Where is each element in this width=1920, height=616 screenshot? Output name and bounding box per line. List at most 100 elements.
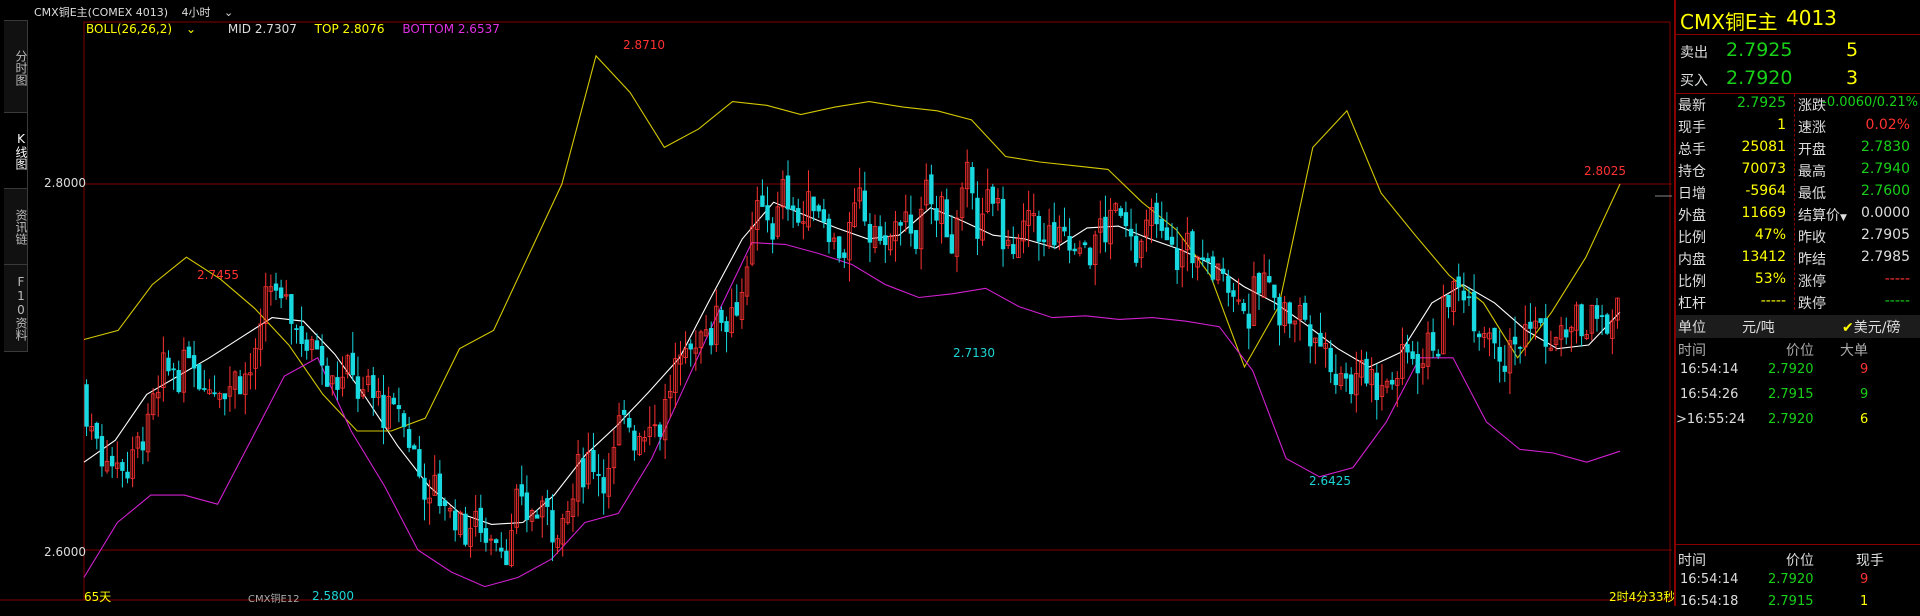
candle-body: [1154, 202, 1159, 225]
period-selector[interactable]: 4小时 ⌄: [182, 6, 244, 19]
candle-body: [1308, 324, 1313, 347]
candle-body: [299, 326, 304, 344]
candle-body: [1538, 318, 1543, 323]
candle-body: [1471, 291, 1477, 332]
candle-body: [478, 507, 483, 533]
sell-price: 2.7925: [1726, 39, 1793, 61]
candle-body: [934, 208, 939, 221]
candle-body: [212, 392, 217, 395]
candle-body: [867, 223, 873, 243]
candle-body: [519, 484, 524, 497]
tick-row[interactable]: >16:55:24 2.7920 6: [1676, 412, 1920, 434]
low-annotation-3: 2.5800: [312, 589, 354, 603]
candle-body: [1456, 276, 1461, 288]
candle-body: [452, 510, 458, 531]
candle-body: [811, 196, 816, 212]
candle-body: [1267, 276, 1272, 283]
stat-row: 杠杆 ----- 跌停 -----: [1678, 293, 1910, 312]
candle-body: [1477, 333, 1482, 338]
candle-body: [1415, 353, 1420, 374]
tab-timeshare[interactable]: 分时图: [4, 20, 28, 116]
candle-body: [1277, 297, 1282, 326]
y-tick-high: 2.8000: [44, 176, 86, 190]
candle-body: [99, 436, 105, 467]
candle-body: [913, 230, 919, 249]
candle-body: [1405, 344, 1410, 353]
candle-body: [1512, 336, 1518, 345]
candle-body: [975, 197, 980, 239]
candle-body: [1543, 318, 1548, 347]
tab-f10[interactable]: F10资料: [4, 264, 28, 352]
kline-chart-area[interactable]: CMX铜E主(COMEX 4013) 4小时 ⌄ 分时图 K线图 资讯链 F10…: [0, 0, 1676, 606]
candle-body: [1594, 305, 1600, 319]
candle-body: [621, 409, 627, 415]
candle-body: [109, 455, 115, 467]
candle-body: [1067, 235, 1072, 251]
candle-body: [1436, 353, 1441, 357]
candle-body: [396, 405, 402, 410]
candle-body: [862, 190, 867, 222]
topbar: CMX铜E主(COMEX 4013) 4小时 ⌄: [34, 4, 253, 20]
candle-body: [120, 462, 125, 471]
candle-body: [191, 355, 197, 369]
candle-body: [1502, 365, 1507, 372]
candle-body: [401, 413, 407, 428]
candle-body: [883, 235, 888, 246]
tab-news[interactable]: 资讯链: [4, 188, 28, 266]
candle-body: [1272, 284, 1277, 298]
candle-body: [765, 205, 770, 221]
chevron-down-icon: ⌄: [224, 6, 234, 19]
boll-bottom-line: [83, 242, 1621, 588]
unit-usd-option[interactable]: ✔美元/磅: [1842, 317, 1900, 337]
candle-body: [1497, 346, 1502, 362]
indicator-legend: BOLL(26,26,2) ⌄ MID 2.7307 TOP 2.8076 BOT…: [86, 22, 514, 36]
candle-body: [1287, 302, 1292, 324]
candle-body: [990, 186, 995, 204]
boll-label[interactable]: BOLL(26,26,2) ⌄: [86, 22, 210, 36]
candle-body: [1328, 347, 1333, 373]
candle-body: [1164, 227, 1170, 241]
sell-row[interactable]: 卖出 2.7925 5: [1676, 39, 1920, 65]
recent-high-annotation: 2.8025: [1584, 164, 1626, 178]
candle-body: [196, 364, 202, 390]
candle-body: [171, 368, 176, 371]
candle-body: [355, 376, 361, 399]
candle-body: [1169, 236, 1175, 245]
y-tick-low: 2.6000: [44, 545, 86, 559]
candle-body: [289, 294, 294, 324]
candle-body: [1579, 304, 1584, 337]
tick-row[interactable]: 16:54:26 2.7915 9: [1676, 387, 1920, 409]
unit-cny-option[interactable]: 元/吨: [1742, 317, 1775, 337]
buy-price: 2.7920: [1726, 67, 1793, 89]
countdown: 2时4分33秒: [1609, 590, 1676, 604]
settle-price-selector[interactable]: 结算价▼: [1798, 205, 1847, 225]
chevron-down-icon: ⌄: [186, 22, 197, 36]
candle-body: [760, 195, 765, 207]
candle-body: [842, 252, 847, 258]
candle-body: [1410, 351, 1415, 359]
tick2-row[interactable]: 16:54:14 2.7920 9: [1676, 572, 1920, 594]
candle-body: [929, 174, 934, 205]
candle-body: [816, 205, 821, 212]
candle-body: [1103, 216, 1108, 243]
candle-body: [499, 547, 504, 552]
period-label: 4小时: [181, 6, 211, 19]
tab-kline[interactable]: K线图: [4, 112, 28, 190]
candle-body: [1205, 258, 1211, 262]
candle-body: [1036, 215, 1042, 242]
tick2-row[interactable]: 16:54:18 2.7915 1: [1676, 594, 1920, 616]
peak-annotation: 2.7455: [197, 268, 239, 282]
candle-body: [406, 429, 412, 448]
candle-body: [837, 236, 842, 259]
quote-panel: CMX铜E主 4013 卖出 2.7925 5 买入 2.7920 3 最新 2.…: [1674, 0, 1920, 609]
candle-body: [1517, 346, 1523, 349]
tick-row[interactable]: 16:54:14 2.7920 9: [1676, 362, 1920, 384]
candle-body: [719, 309, 724, 323]
stat-row: 外盘 11669 结算价▼ 0.0000: [1678, 205, 1910, 225]
days-count: 65天: [84, 590, 112, 604]
buy-row[interactable]: 买入 2.7920 3: [1676, 67, 1920, 93]
candle-body: [314, 340, 320, 350]
candle-body: [970, 167, 975, 194]
candle-body: [335, 377, 340, 390]
kline-chart[interactable]: [0, 0, 1672, 606]
